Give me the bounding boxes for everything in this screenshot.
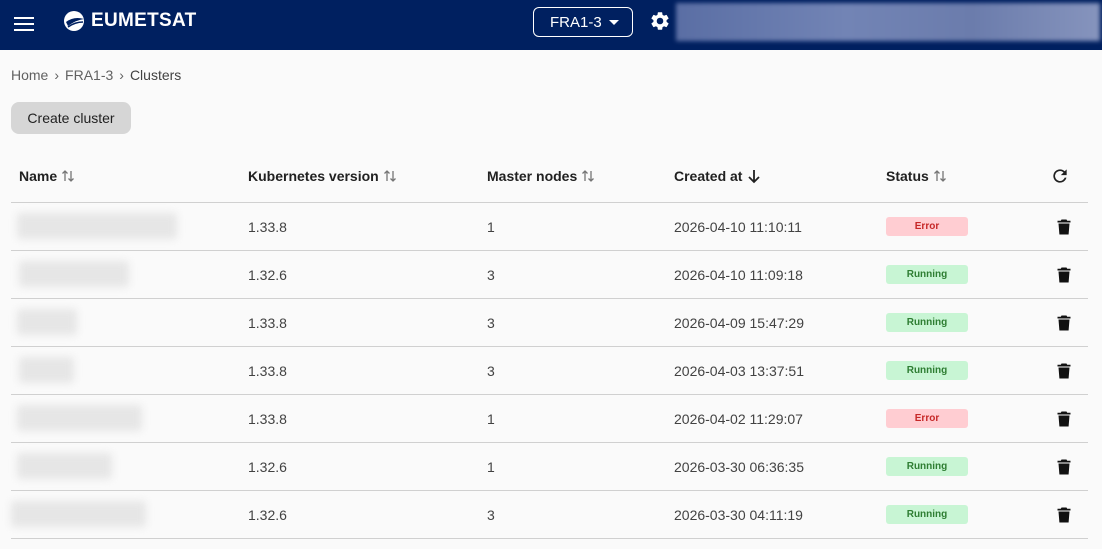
region-select-value: FRA1-3: [550, 13, 602, 31]
created-at-cell: 2026-03-30 06:36:35: [674, 459, 804, 475]
refresh-icon[interactable]: [1050, 166, 1070, 186]
status-badge: Running: [886, 361, 968, 380]
created-at-cell: 2026-04-10 11:09:18: [674, 267, 803, 283]
gear-icon[interactable]: [649, 10, 671, 32]
breadcrumb-region[interactable]: FRA1-3: [65, 67, 113, 83]
kubernetes-version-cell: 1.33.8: [248, 363, 287, 379]
column-header-name[interactable]: Name: [19, 168, 75, 184]
created-at-cell: 2026-03-30 04:11:19: [674, 507, 803, 523]
user-area-redacted: [676, 3, 1100, 41]
column-label: Kubernetes version: [248, 168, 379, 184]
sort-icon: [62, 170, 75, 182]
status-badge: Running: [886, 313, 968, 332]
column-header-status[interactable]: Status: [886, 168, 947, 184]
brand-name: EUMETSAT: [91, 10, 197, 31]
create-cluster-button[interactable]: Create cluster: [11, 102, 131, 134]
kubernetes-version-cell: 1.33.8: [248, 411, 287, 427]
trash-icon[interactable]: [1057, 363, 1071, 379]
breadcrumb-home[interactable]: Home: [11, 67, 48, 83]
kubernetes-version-cell: 1.32.6: [248, 267, 287, 283]
region-select[interactable]: FRA1-3: [533, 7, 633, 37]
cluster-name-redacted[interactable]: [17, 405, 142, 431]
chevron-right-icon: ›: [119, 67, 124, 83]
kubernetes-version-cell: 1.32.6: [248, 459, 287, 475]
table-body: 1.33.8 1 2026-04-10 11:10:11 Error 1.32.6 3 20…: [11, 203, 1088, 539]
cluster-name-redacted[interactable]: [19, 357, 74, 383]
table-row[interactable]: 1.33.8 3 2026-04-09 15:47:29 Running: [11, 299, 1088, 347]
breadcrumb-current: Clusters: [129, 67, 182, 83]
created-at-cell: 2026-04-03 13:37:51: [674, 363, 804, 379]
trash-icon[interactable]: [1057, 219, 1071, 235]
sort-icon: [582, 170, 595, 182]
master-nodes-cell: 1: [487, 459, 495, 475]
status-badge: Running: [886, 265, 968, 284]
column-label: Name: [19, 168, 58, 184]
cluster-name-redacted[interactable]: [11, 501, 146, 527]
sort-icon: [383, 170, 396, 182]
status-badge: Running: [886, 457, 968, 476]
trash-icon[interactable]: [1057, 411, 1071, 427]
status-badge: Error: [886, 217, 968, 236]
master-nodes-cell: 1: [487, 219, 495, 235]
trash-icon[interactable]: [1057, 267, 1071, 283]
column-label: Created at: [674, 168, 743, 184]
column-label: Master nodes: [487, 168, 578, 184]
sort-icon: [933, 170, 946, 182]
master-nodes-cell: 3: [487, 363, 495, 379]
created-at-cell: 2026-04-09 15:47:29: [674, 315, 804, 331]
clusters-table: Name Kubernetes version Master nodes Cre…: [11, 154, 1088, 539]
table-row[interactable]: 1.32.6 1 2026-03-30 06:36:35 Running: [11, 443, 1088, 491]
kubernetes-version-cell: 1.32.6: [248, 507, 287, 523]
column-header-created-at[interactable]: Created at: [674, 168, 762, 184]
trash-icon[interactable]: [1057, 315, 1071, 331]
table-row[interactable]: 1.33.8 1 2026-04-02 11:29:07 Error: [11, 395, 1088, 443]
table-row[interactable]: 1.32.6 3 2026-04-10 11:09:18 Running: [11, 251, 1088, 299]
brand-logo[interactable]: EUMETSAT: [62, 9, 197, 33]
column-label: Status: [886, 168, 929, 184]
chevron-down-icon: [609, 20, 619, 25]
master-nodes-cell: 3: [487, 507, 495, 523]
created-at-cell: 2026-04-02 11:29:07: [674, 411, 803, 427]
arrow-down-icon: [748, 170, 761, 184]
top-app-bar: EUMETSAT FRA1-3: [0, 0, 1102, 50]
chevron-right-icon: ›: [54, 67, 60, 83]
trash-icon[interactable]: [1057, 459, 1071, 475]
menu-icon[interactable]: [12, 12, 36, 36]
status-badge: Running: [886, 505, 968, 524]
breadcrumb: Home › FRA1-3 › Clusters: [11, 67, 181, 83]
cluster-name-redacted[interactable]: [17, 453, 112, 479]
trash-icon[interactable]: [1057, 507, 1071, 523]
cluster-name-redacted[interactable]: [17, 309, 77, 335]
kubernetes-version-cell: 1.33.8: [248, 219, 287, 235]
status-badge: Error: [886, 409, 968, 428]
master-nodes-cell: 3: [487, 315, 495, 331]
cluster-name-redacted[interactable]: [19, 261, 129, 287]
column-header-kubernetes-version[interactable]: Kubernetes version: [248, 168, 397, 184]
cluster-name-redacted[interactable]: [17, 213, 177, 239]
master-nodes-cell: 3: [487, 267, 495, 283]
table-row[interactable]: 1.32.6 3 2026-03-30 04:11:19 Running: [11, 491, 1088, 539]
created-at-cell: 2026-04-10 11:10:11: [674, 219, 802, 235]
kubernetes-version-cell: 1.33.8: [248, 315, 287, 331]
column-header-master-nodes[interactable]: Master nodes: [487, 168, 595, 184]
table-header: Name Kubernetes version Master nodes Cre…: [11, 154, 1088, 203]
master-nodes-cell: 1: [487, 411, 495, 427]
table-row[interactable]: 1.33.8 3 2026-04-03 13:37:51 Running: [11, 347, 1088, 395]
eumetsat-logo-icon: [64, 11, 84, 31]
table-row[interactable]: 1.33.8 1 2026-04-10 11:10:11 Error: [11, 203, 1088, 251]
